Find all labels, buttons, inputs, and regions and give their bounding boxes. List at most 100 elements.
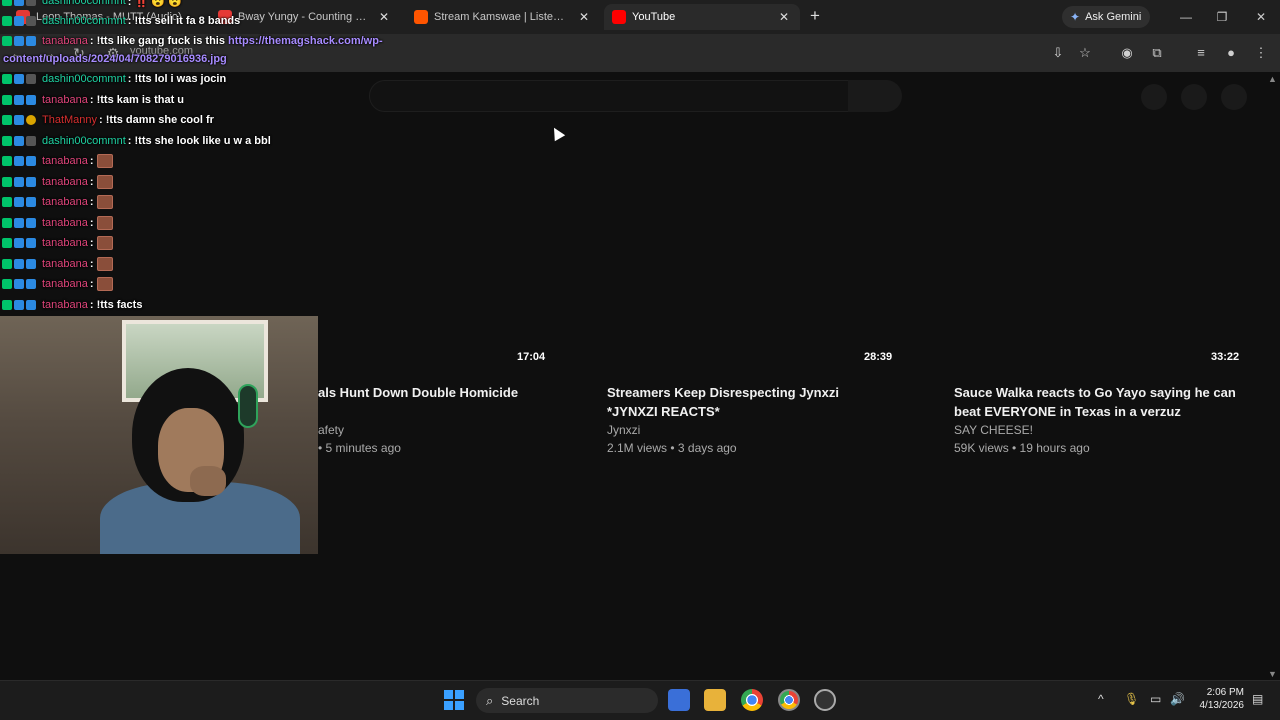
ask-gemini-button[interactable]: ✦ Ask Gemini <box>1062 6 1151 28</box>
scroll-down-icon[interactable]: ▼ <box>1268 669 1277 679</box>
chat-badge-icon <box>26 115 36 125</box>
chat-username[interactable]: ThatManny <box>42 114 97 126</box>
chat-badge-icon <box>2 0 12 6</box>
bookmark-star-icon[interactable]: ☆ <box>1076 44 1094 62</box>
chat-badge-icon <box>14 115 24 125</box>
windows-start-icon[interactable] <box>444 690 464 710</box>
network-icon[interactable]: ▭ <box>1150 692 1161 706</box>
system-clock[interactable]: 2:06 PM 4/13/2026 <box>1192 686 1245 712</box>
chat-badge-icon <box>2 279 12 289</box>
video-channel[interactable]: afety <box>318 423 344 437</box>
chat-badge-icon <box>26 218 36 228</box>
chat-message: tanabana: <box>2 193 113 211</box>
tab-youtube[interactable]: YouTube ✕ <box>604 4 800 30</box>
chat-username[interactable]: tanabana <box>42 258 88 270</box>
chat-username[interactable]: tanabana <box>42 94 88 106</box>
tab-soundcloud[interactable]: Stream Kamswae | Listen to 202 ✕ <box>406 4 600 30</box>
tab-label: Stream Kamswae | Listen to 202 <box>434 11 570 23</box>
install-app-icon[interactable]: ⇩ <box>1049 44 1067 62</box>
chat-emote-icon <box>96 195 113 209</box>
chat-badge-icon <box>14 218 24 228</box>
video-channel[interactable]: SAY CHEESE! <box>954 423 1033 437</box>
chat-username[interactable]: tanabana <box>42 155 88 167</box>
chat-username[interactable]: dashin00commnt <box>42 73 126 85</box>
chat-username[interactable]: tanabana <box>42 237 88 249</box>
notifications-icon[interactable] <box>1181 84 1207 110</box>
extension-icon[interactable]: ◉ <box>1118 44 1136 62</box>
close-tab-icon[interactable]: ✕ <box>576 10 592 24</box>
chat-badge-icon <box>2 136 12 146</box>
chat-badge-icon <box>2 16 12 26</box>
chat-username[interactable]: tanabana <box>42 278 88 290</box>
chat-username[interactable]: tanabana <box>42 299 88 311</box>
chat-message: content/uploads/2024/04/708279016936.jpg <box>2 50 227 68</box>
tab-label: YouTube <box>632 11 676 23</box>
video-title[interactable]: Streamers Keep Disrespecting Jynxzi *JYN… <box>607 383 847 421</box>
chat-emote-icon <box>96 216 113 230</box>
chat-message: tanabana: <box>2 275 113 293</box>
video-meta: 59K views • 19 hours ago <box>954 441 1090 455</box>
media-control-icon[interactable]: ≡ <box>1192 44 1210 62</box>
minimize-icon[interactable]: — <box>1176 8 1196 26</box>
chat-badge-icon <box>14 259 24 269</box>
chat-username[interactable]: tanabana <box>42 196 88 208</box>
chat-link[interactable]: https://themagshack.com/wp- <box>228 35 383 47</box>
gemini-icon: ✦ <box>1070 10 1081 24</box>
chat-username[interactable]: dashin00commnt <box>42 0 126 7</box>
chat-username[interactable]: tanabana <box>42 35 88 47</box>
chat-message: ThatManny: !tts damn she cool fr <box>2 111 214 129</box>
chat-link[interactable]: content/uploads/2024/04/708279016936.jpg <box>3 53 227 65</box>
show-hidden-icons-icon[interactable]: ^ <box>1098 692 1104 706</box>
puzzle-icon[interactable]: ⧉ <box>1148 44 1166 62</box>
chat-message: tanabana: <box>2 214 113 232</box>
chrome-icon[interactable] <box>741 689 763 711</box>
search-input[interactable] <box>369 80 849 112</box>
video-channel[interactable]: Jynxzi <box>607 423 640 437</box>
chat-badge-icon <box>2 74 12 84</box>
chat-username[interactable]: tanabana <box>42 217 88 229</box>
profile-avatar-icon[interactable]: ● <box>1222 44 1240 62</box>
create-icon[interactable] <box>1141 84 1167 110</box>
video-duration: 17:04 <box>517 351 546 363</box>
search-button[interactable] <box>848 80 902 112</box>
scroll-up-icon[interactable]: ▲ <box>1268 74 1277 84</box>
chat-badge-icon <box>2 115 12 125</box>
microphone-icon[interactable]: 🎙 <box>1124 692 1139 706</box>
microsoft-store-icon[interactable] <box>668 689 690 711</box>
file-explorer-icon[interactable] <box>704 689 726 711</box>
account-avatar[interactable] <box>1221 84 1247 110</box>
chat-badge-icon <box>14 156 24 166</box>
chat-message: tanabana: !tts kam is that u <box>2 91 184 109</box>
video-title[interactable]: als Hunt Down Double Homicide <box>318 383 568 402</box>
chat-message: tanabana: <box>2 173 113 191</box>
chat-message: dashin00commnt: !tts lol i was jocin <box>2 70 226 88</box>
notification-center-icon[interactable]: ▤ <box>1252 692 1263 706</box>
chat-message: dashin00commnt: !tts she look like u w a… <box>2 132 271 150</box>
chat-message: tanabana: !tts facts <box>2 296 142 314</box>
chat-username[interactable]: tanabana <box>42 176 88 188</box>
chat-badge-icon <box>14 95 24 105</box>
video-meta: • 5 minutes ago <box>318 441 401 455</box>
video-meta: 2.1M views • 3 days ago <box>607 441 737 455</box>
chat-username[interactable]: dashin00commnt <box>42 135 126 147</box>
chat-badge-icon <box>14 74 24 84</box>
taskbar-search-label: Search <box>501 693 540 708</box>
volume-icon[interactable]: 🔊 <box>1170 692 1185 706</box>
obs-icon[interactable] <box>814 689 836 711</box>
restore-icon[interactable]: ❐ <box>1212 8 1232 26</box>
chrome-active-icon[interactable] <box>778 689 800 711</box>
chat-badge-icon <box>14 16 24 26</box>
chat-text: : !tts kam is that u <box>89 94 185 106</box>
new-tab-icon[interactable]: + <box>806 7 824 25</box>
menu-kebab-icon[interactable]: ⋮ <box>1252 44 1270 62</box>
taskbar-search[interactable]: ⌕ Search <box>476 688 658 713</box>
close-window-icon[interactable]: ✕ <box>1251 8 1271 26</box>
video-title[interactable]: Sauce Walka reacts to Go Yayo saying he … <box>954 383 1244 421</box>
chat-badge-icon <box>2 259 12 269</box>
chat-badge-icon <box>26 136 36 146</box>
chat-username[interactable]: dashin00commnt <box>42 15 126 27</box>
close-tab-icon[interactable]: ✕ <box>776 10 792 24</box>
gemini-label: Ask Gemini <box>1085 11 1142 23</box>
chat-text: : <box>89 155 94 167</box>
chat-badge-icon <box>26 259 36 269</box>
